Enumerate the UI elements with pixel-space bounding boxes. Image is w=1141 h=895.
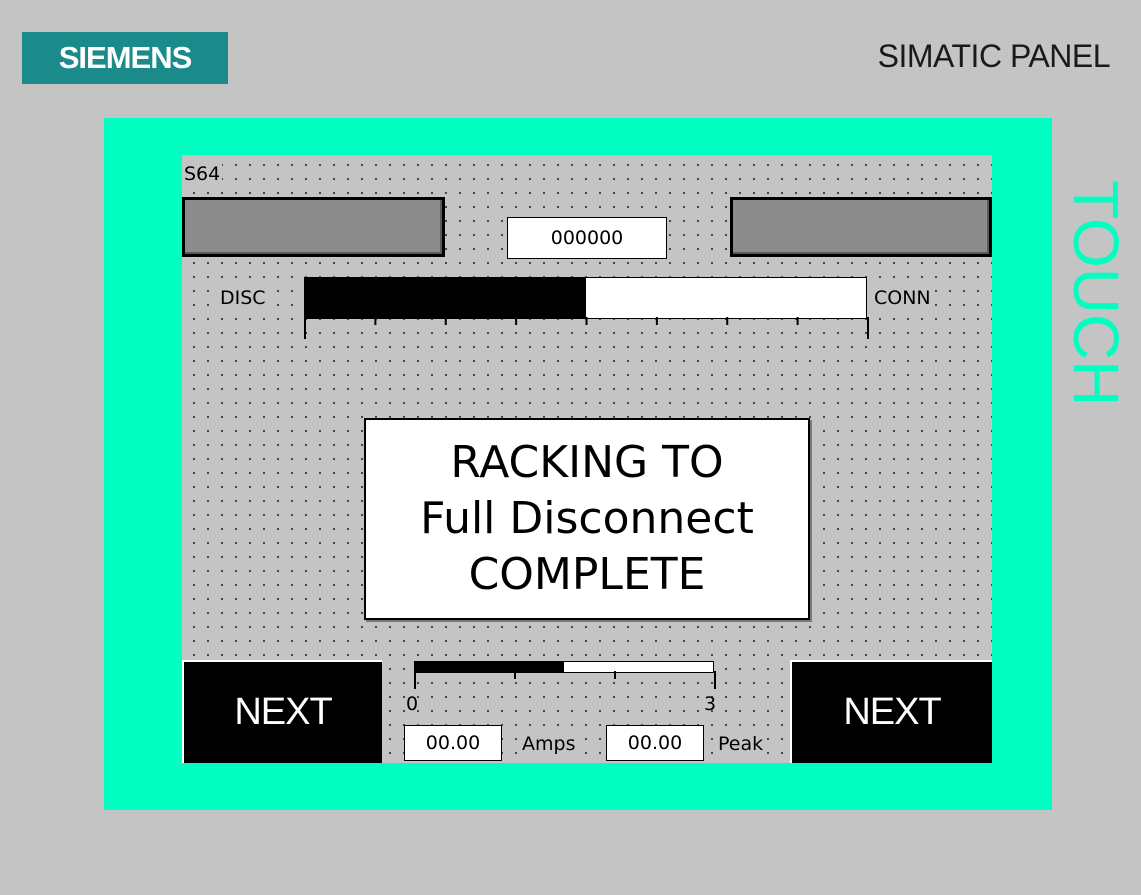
operation-counter-field: 000000 xyxy=(507,217,667,259)
current-gauge-scale xyxy=(414,671,716,689)
racking-position-bar xyxy=(304,277,867,319)
hmi-screen: S64 000000 DISC CONN RACKING TO Full Dis… xyxy=(182,155,992,763)
next-button-left[interactable]: NEXT xyxy=(182,660,382,763)
amps-value-field: 00.00 xyxy=(404,725,502,761)
status-line-3: COMPLETE xyxy=(468,549,706,600)
connect-label: CONN xyxy=(872,287,933,309)
panel-model-title: SIMATIC PANEL xyxy=(877,38,1111,74)
status-line-1: RACKING TO xyxy=(450,437,724,488)
right-status-indicator xyxy=(730,197,992,257)
peak-value-field: 00.00 xyxy=(606,725,704,761)
racking-position-fill xyxy=(305,278,586,318)
current-gauge-min-label: 0 xyxy=(406,693,419,715)
current-gauge-max-label: 3 xyxy=(704,693,717,715)
station-id-label: S64 xyxy=(182,163,223,185)
left-status-indicator xyxy=(182,197,445,257)
status-line-2: Full Disconnect xyxy=(420,493,754,544)
racking-position-scale xyxy=(304,317,869,339)
status-message-box: RACKING TO Full Disconnect COMPLETE xyxy=(364,418,810,620)
peak-label: Peak xyxy=(716,733,766,755)
amps-label: Amps xyxy=(520,733,578,755)
disconnect-label: DISC xyxy=(218,287,268,309)
touch-side-label: TOUCH xyxy=(1060,179,1132,407)
next-button-right[interactable]: NEXT xyxy=(790,660,992,763)
siemens-logo: SIEMENS xyxy=(22,32,228,84)
